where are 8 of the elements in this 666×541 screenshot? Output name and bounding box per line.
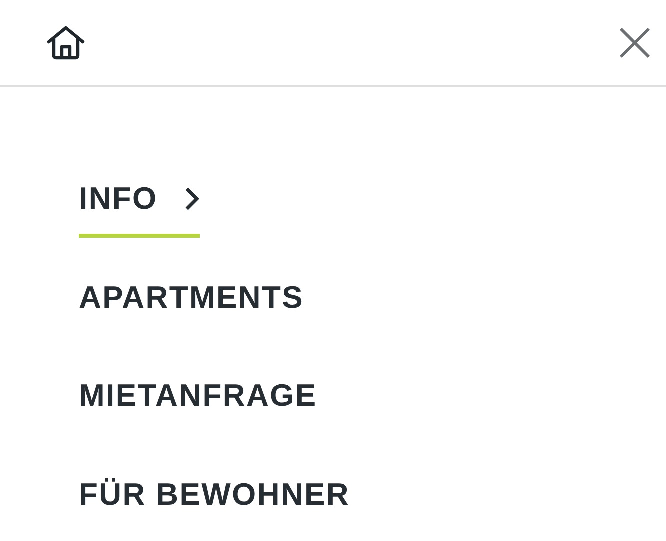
menu-item[interactable]: INFO — [79, 181, 200, 238]
menu-item[interactable]: APARTMENTS — [79, 280, 304, 336]
menu-item[interactable]: FÜR BEWOHNER — [79, 476, 350, 534]
home-button[interactable] — [45, 24, 87, 60]
home-icon — [45, 24, 87, 60]
close-icon — [618, 26, 652, 60]
close-button[interactable] — [618, 26, 652, 60]
menu-item[interactable]: MIETANFRAGE — [79, 378, 318, 435]
